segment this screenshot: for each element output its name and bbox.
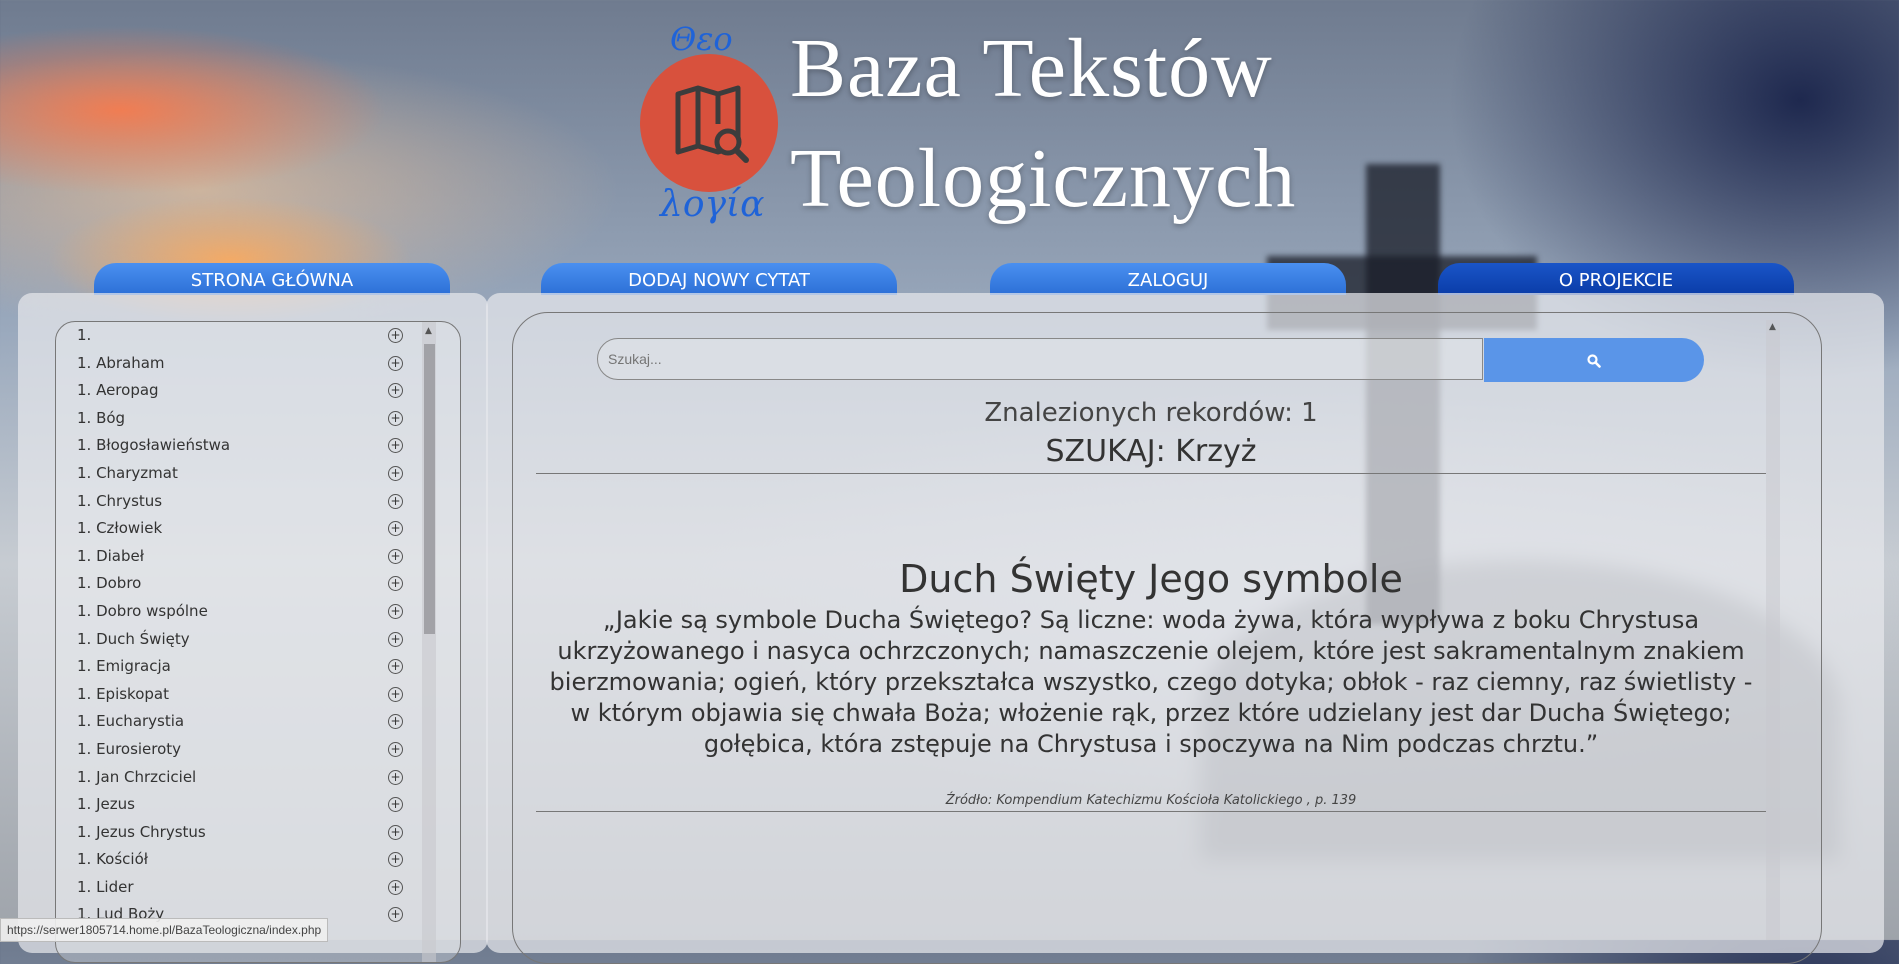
category-item[interactable]: 1. Kościół + (56, 846, 460, 874)
nav-login-button[interactable]: ZALOGUJ (990, 263, 1346, 295)
plus-circle-icon[interactable]: + (388, 438, 403, 454)
search-term-heading: SZUKAJ: Krzyż (1045, 434, 1257, 469)
category-item[interactable]: 1. Emigracja + (56, 653, 460, 681)
category-item-label: 1. Episkopat (77, 684, 169, 703)
page-title: Baza Tekstów Teologicznych (790, 14, 1296, 234)
results-scroll-up-icon[interactable]: ▲ (1769, 322, 1776, 332)
category-item-label: 1. Lider (77, 877, 134, 896)
plus-circle-icon[interactable]: + (388, 576, 403, 592)
category-item[interactable]: 1. Aeropag + (56, 377, 460, 405)
plus-circle-icon[interactable]: + (388, 824, 403, 840)
plus-circle-icon[interactable]: + (388, 879, 403, 895)
search-button[interactable] (1484, 338, 1704, 382)
category-item-label: 1. Jan Chrzciciel (77, 767, 197, 786)
category-item-label: 1. Charyzmat (77, 463, 178, 482)
category-item[interactable]: 1. Błogosławieństwa + (56, 432, 460, 460)
status-bar-url: https://serwer1805714.home.pl/BazaTeolog… (0, 918, 329, 942)
plus-circle-icon[interactable]: + (388, 852, 403, 868)
category-item[interactable]: 1. Duch Święty + (56, 626, 460, 654)
title-line-2: Teologicznych (790, 132, 1297, 225)
category-tree[interactable]: 1. +1. Abraham +1. Aeropag +1. Bóg +1. Błogo… (55, 321, 461, 963)
plus-circle-icon[interactable]: + (388, 769, 403, 785)
quote-source: Źródło: Kompendium Katechizmu Kościoła K… (945, 793, 1357, 808)
nav-home-button[interactable]: STRONA GŁÓWNA (94, 263, 450, 295)
category-item[interactable]: 1. Bóg + (56, 405, 460, 433)
plus-circle-icon[interactable]: + (388, 410, 403, 426)
category-item-label: 1. Emigracja (77, 657, 171, 676)
category-item[interactable]: 1. Episkopat + (56, 681, 460, 709)
category-item[interactable]: 1. + (56, 322, 460, 350)
divider (536, 473, 1766, 474)
search-icon (1587, 353, 1601, 368)
category-item-label: 1. Dobro (77, 574, 142, 593)
logo-bottom-text: λογία (660, 184, 765, 225)
category-item[interactable]: 1. Chrystus + (56, 488, 460, 516)
site-logo[interactable]: Θεο λογία (630, 16, 790, 241)
category-item-label: 1. Kościół (77, 850, 149, 869)
plus-circle-icon[interactable]: + (388, 603, 403, 619)
category-item[interactable]: 1. Człowiek + (56, 515, 460, 543)
category-item-label: 1. Człowiek (77, 519, 163, 538)
plus-circle-icon[interactable]: + (388, 355, 403, 371)
plus-circle-icon[interactable]: + (388, 686, 403, 702)
category-item[interactable]: 1. Charyzmat + (56, 460, 460, 488)
category-item-label: 1. Diabeł (77, 546, 145, 565)
plus-circle-icon[interactable]: + (388, 741, 403, 757)
plus-circle-icon[interactable]: + (388, 521, 403, 537)
category-item[interactable]: 1. Dobro + (56, 570, 460, 598)
results-scrollbar[interactable] (1766, 320, 1780, 940)
nav-about-button[interactable]: O PROJEKCIE (1438, 263, 1794, 295)
category-item-label: 1. Jezus (77, 795, 135, 814)
category-item[interactable]: 1. Abraham + (56, 350, 460, 378)
category-item-label: 1. (77, 326, 92, 344)
logo-circle (640, 54, 778, 192)
category-item[interactable]: 1. Dobro wspólne + (56, 598, 460, 626)
category-item-label: 1. Dobro wspólne (77, 601, 208, 620)
category-item[interactable]: 1. Eucharystia + (56, 708, 460, 736)
category-item[interactable]: 1. Lider + (56, 874, 460, 902)
category-item-label: 1. Eucharystia (77, 712, 185, 731)
quote-text: „Jakie są symbole Ducha Świętego? Są lic… (549, 606, 1753, 758)
plus-circle-icon[interactable]: + (388, 328, 403, 343)
category-item-label: 1. Eurosieroty (77, 739, 182, 758)
plus-circle-icon[interactable]: + (388, 493, 403, 509)
category-item[interactable]: 1. Jan Chrzciciel + (56, 764, 460, 792)
category-item-label: 1. Jezus Chrystus (77, 822, 206, 841)
divider (536, 811, 1766, 812)
quote-title[interactable]: Duch Święty Jego symbole (540, 557, 1762, 601)
plus-circle-icon[interactable]: + (388, 659, 403, 675)
category-item[interactable]: 1. Eurosieroty + (56, 736, 460, 764)
category-item-label: 1. Duch Święty (77, 629, 190, 648)
category-list: 1. +1. Abraham +1. Aeropag +1. Bóg +1. Błogo… (56, 322, 460, 929)
tree-scrollbar-thumb[interactable] (424, 344, 435, 634)
plus-circle-icon[interactable]: + (388, 383, 403, 399)
search-input[interactable] (597, 338, 1483, 380)
category-item-label: 1. Chrystus (77, 491, 163, 510)
plus-circle-icon[interactable]: + (388, 907, 403, 923)
nav-add-quote-button[interactable]: DODAJ NOWY CYTAT (541, 263, 897, 295)
category-item-label: 1. Aeropag (77, 381, 159, 400)
plus-circle-icon[interactable]: + (388, 714, 403, 730)
book-search-icon (675, 85, 749, 163)
category-item[interactable]: 1. Diabeł + (56, 543, 460, 571)
category-item[interactable]: 1. Jezus + (56, 791, 460, 819)
plus-circle-icon[interactable]: + (388, 465, 403, 481)
logo-top-text: Θεο (670, 20, 733, 58)
title-line-1: Baza Tekstów (790, 22, 1273, 115)
plus-circle-icon[interactable]: + (388, 548, 403, 564)
plus-circle-icon[interactable]: + (388, 631, 403, 647)
category-item-label: 1. Błogosławieństwa (77, 436, 231, 455)
category-item[interactable]: 1. Jezus Chrystus + (56, 819, 460, 847)
plus-circle-icon[interactable]: + (388, 797, 403, 813)
category-item-label: 1. Bóg (77, 408, 126, 427)
records-found-text: Znalezionych rekordów: 1 (984, 398, 1318, 428)
category-item-label: 1. Abraham (77, 353, 165, 372)
tree-scroll-up-icon[interactable]: ▲ (425, 326, 432, 336)
